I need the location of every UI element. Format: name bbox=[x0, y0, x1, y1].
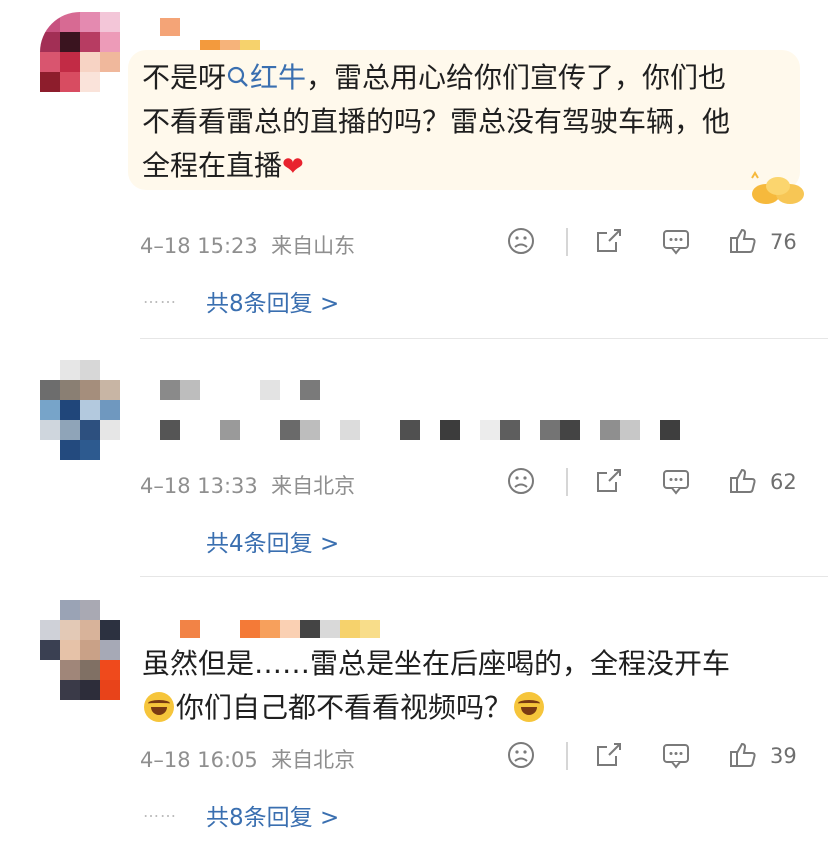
location: 来自北京 bbox=[271, 474, 356, 498]
timestamp: 4–18 13:33 bbox=[140, 474, 258, 498]
avatar[interactable] bbox=[40, 600, 120, 700]
like-button[interactable] bbox=[728, 226, 758, 256]
like-button[interactable] bbox=[728, 466, 758, 496]
comment-icon bbox=[663, 744, 689, 769]
comment-actions bbox=[506, 466, 806, 498]
search-icon bbox=[227, 66, 248, 87]
frown-face-icon bbox=[508, 742, 534, 768]
reply-button[interactable] bbox=[661, 740, 691, 770]
share-icon bbox=[597, 743, 621, 766]
comment-icon bbox=[663, 470, 689, 495]
comment-actions bbox=[506, 740, 806, 772]
share-button[interactable] bbox=[594, 226, 624, 256]
comment-meta: 4–18 15:23 来自山东 bbox=[140, 230, 355, 260]
share-button[interactable] bbox=[594, 740, 624, 770]
comment-text: 不是呀 红牛，雷总用心给你们宣传了，你们也 不看看雷总的直播的吗？雷总没有驾驶车辆… bbox=[142, 61, 731, 182]
comment-text: 虽然但是……雷总是坐在后座喝的，全程没开车 你们自己都不看看视频吗？ bbox=[142, 647, 731, 724]
timestamp: 4–18 16:05 bbox=[140, 748, 258, 772]
comment-item: 虽然但是……雷总是坐在后座喝的，全程没开车 你们自己都不看看视频吗？ 4–18 … bbox=[0, 578, 828, 845]
comment-item: 4–18 13:33 来自北京 62 共4条回复 > bbox=[0, 340, 828, 577]
comment-item: 不是呀 红牛，雷总用心给你们宣传了，你们也 不看看雷总的直播的吗？雷总没有驾驶车辆… bbox=[0, 0, 828, 339]
coin-badge-icon bbox=[751, 171, 804, 204]
location: 来自北京 bbox=[271, 748, 356, 772]
comment-meta: 4–18 13:33 来自北京 bbox=[140, 470, 355, 500]
avatar[interactable] bbox=[40, 12, 120, 92]
thumbs-up-icon bbox=[730, 468, 756, 493]
dislike-button[interactable] bbox=[506, 740, 536, 770]
view-replies-link[interactable]: 共8条回复 > bbox=[206, 798, 339, 832]
heart-icon: ❤ bbox=[282, 152, 304, 182]
divider bbox=[140, 576, 828, 577]
comment-actions bbox=[506, 226, 806, 258]
share-icon bbox=[597, 469, 621, 492]
divider bbox=[140, 338, 828, 339]
comment-meta: 4–18 16:05 来自北京 bbox=[140, 744, 355, 774]
share-icon bbox=[597, 229, 621, 252]
view-replies-link[interactable]: 共8条回复 > bbox=[206, 284, 339, 318]
location: 来自山东 bbox=[271, 234, 356, 258]
laugh-cry-emoji-icon bbox=[144, 692, 174, 722]
like-count: 39 bbox=[770, 744, 797, 768]
more-dots: …… bbox=[143, 288, 177, 307]
share-button[interactable] bbox=[594, 466, 624, 496]
topic-link[interactable]: 红牛 bbox=[226, 61, 306, 94]
dislike-button[interactable] bbox=[506, 226, 536, 256]
like-count: 62 bbox=[770, 470, 797, 494]
frown-face-icon bbox=[508, 468, 534, 494]
avatar[interactable] bbox=[40, 360, 120, 460]
view-replies-link[interactable]: 共4条回复 > bbox=[206, 524, 339, 558]
reply-button[interactable] bbox=[661, 466, 691, 496]
more-dots: …… bbox=[143, 802, 177, 821]
laugh-cry-emoji-icon bbox=[514, 692, 545, 722]
frown-face-icon bbox=[508, 228, 534, 254]
timestamp: 4–18 15:23 bbox=[140, 234, 258, 258]
like-count: 76 bbox=[770, 230, 797, 254]
thumbs-up-icon bbox=[730, 228, 756, 253]
reply-button[interactable] bbox=[661, 226, 691, 256]
thumbs-up-icon bbox=[730, 742, 756, 767]
like-button[interactable] bbox=[728, 740, 758, 770]
comment-icon bbox=[663, 230, 689, 255]
dislike-button[interactable] bbox=[506, 466, 536, 496]
